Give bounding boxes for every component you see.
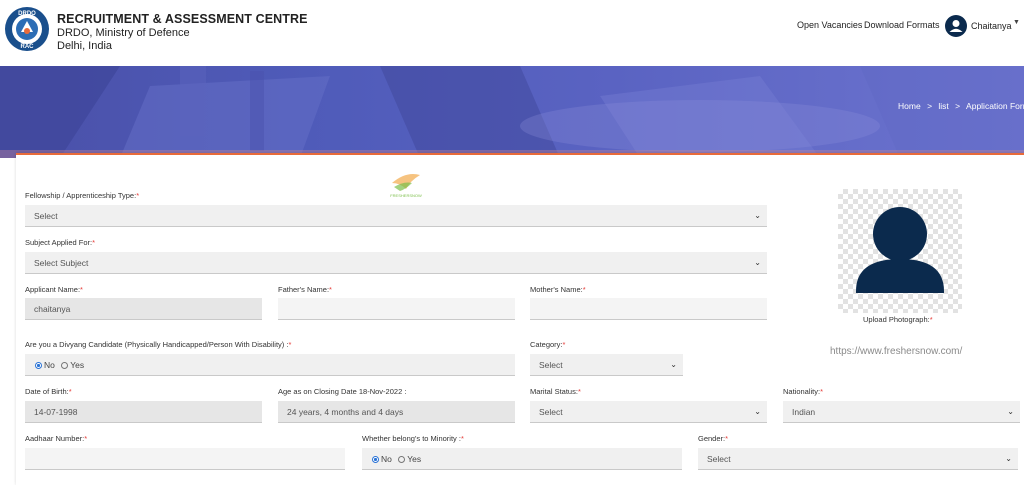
- org-location: Delhi, India: [57, 40, 113, 52]
- gender-value: Select: [707, 454, 731, 464]
- watermark-url: https://www.freshersnow.com/: [830, 346, 963, 357]
- category-select[interactable]: Select ⌄: [530, 354, 683, 376]
- breadcrumb-list[interactable]: list: [938, 101, 948, 111]
- caret-down-icon[interactable]: ▼: [1013, 19, 1020, 26]
- aadhaar-label: Aadhaar Number:*: [25, 434, 88, 443]
- fellowship-label: Fellowship / Apprenticeship Type:*: [25, 191, 140, 200]
- nationality-select[interactable]: Indian ⌄: [783, 401, 1020, 423]
- photo-upload-label: Upload Photograph:*: [863, 315, 933, 324]
- mother-name-label: Mother's Name:*: [530, 285, 586, 294]
- marital-status-label: Marital Status:*: [530, 387, 581, 396]
- nav-download-formats[interactable]: Download Formats: [864, 20, 940, 30]
- drdo-logo[interactable]: DRDO RAC: [4, 6, 50, 52]
- banner-artwork: [0, 66, 1024, 158]
- minority-radio-group: No Yes: [362, 448, 682, 470]
- user-icon[interactable]: [945, 15, 967, 37]
- breadcrumb-home[interactable]: Home: [898, 101, 921, 111]
- breadcrumb-current: Application Form: [966, 101, 1024, 111]
- freshersnow-logo: FRESHERSNOW: [390, 174, 422, 198]
- chevron-down-icon: ⌄: [754, 407, 761, 416]
- chevron-down-icon: ⌄: [1005, 454, 1012, 463]
- chevron-down-icon: ⌄: [754, 211, 761, 220]
- org-ministry: DRDO, Ministry of Defence: [57, 27, 190, 39]
- gender-label: Gender:*: [698, 434, 729, 443]
- minority-yes-radio[interactable]: [398, 456, 406, 463]
- category-label: Category:*: [530, 340, 566, 349]
- user-name[interactable]: Chaitanya: [971, 21, 1012, 31]
- freshersnow-logo-text: FRESHERSNOW: [390, 193, 422, 198]
- nationality-label: Nationality:*: [783, 387, 824, 396]
- minority-no-radio[interactable]: [372, 456, 379, 463]
- chevron-down-icon: ⌄: [754, 258, 761, 267]
- logo-text-bottom: RAC: [21, 44, 35, 50]
- chevron-down-icon: ⌄: [1007, 407, 1014, 416]
- nav-open-vacancies[interactable]: Open Vacancies: [797, 20, 862, 30]
- nationality-value: Indian: [792, 407, 816, 417]
- divyang-label: Are you a Divyang Candidate (Physically …: [25, 340, 292, 349]
- minority-no-label[interactable]: No: [381, 454, 392, 464]
- minority-label: Whether belong's to Minority :*: [362, 434, 464, 443]
- marital-status-select[interactable]: Select ⌄: [530, 401, 767, 423]
- fellowship-select-value: Select: [34, 211, 58, 221]
- site-header: DRDO RAC RECRUITMENT & ASSESSMENT CENTRE…: [0, 0, 1024, 66]
- breadcrumb: Home > list > Application Form: [898, 101, 1024, 111]
- father-name-label: Father's Name:*: [278, 285, 332, 294]
- chevron-down-icon: ⌄: [670, 360, 677, 369]
- father-name-field[interactable]: [278, 298, 515, 320]
- breadcrumb-separator: >: [955, 101, 961, 111]
- divyang-radio-group: No Yes: [25, 354, 515, 376]
- age-field: 24 years, 4 months and 4 days: [278, 401, 515, 423]
- org-title: RECRUITMENT & ASSESSMENT CENTRE: [57, 12, 308, 26]
- category-select-value: Select: [539, 360, 563, 370]
- breadcrumb-separator: >: [927, 101, 933, 111]
- subject-select-value: Select Subject: [34, 258, 89, 268]
- minority-yes-label[interactable]: Yes: [407, 454, 421, 464]
- divyang-yes-radio[interactable]: [61, 362, 69, 369]
- logo-text-top: DRDO: [18, 11, 36, 17]
- divyang-no-label[interactable]: No: [44, 360, 55, 370]
- dob-field[interactable]: 14-07-1998: [25, 401, 262, 423]
- aadhaar-field[interactable]: [25, 448, 345, 470]
- age-label: Age as on Closing Date 18-Nov-2022 :: [278, 387, 407, 396]
- subject-label: Subject Applied For:*: [25, 238, 96, 247]
- fellowship-select[interactable]: Select ⌄: [25, 205, 767, 227]
- gender-select[interactable]: Select ⌄: [698, 448, 1018, 470]
- divyang-no-radio[interactable]: [35, 362, 42, 369]
- applicant-name-label: Applicant Name:*: [25, 285, 83, 294]
- page-banner: Home > list > Application Form: [0, 66, 1024, 158]
- dob-label: Date of Birth:*: [25, 387, 72, 396]
- mother-name-field[interactable]: [530, 298, 767, 320]
- photo-upload-area[interactable]: [838, 189, 962, 313]
- marital-status-value: Select: [539, 407, 563, 417]
- applicant-name-field[interactable]: chaitanya: [25, 298, 262, 320]
- org-block: RECRUITMENT & ASSESSMENT CENTRE DRDO, Mi…: [57, 12, 308, 52]
- divyang-yes-label[interactable]: Yes: [70, 360, 84, 370]
- subject-select[interactable]: Select Subject ⌄: [25, 252, 767, 274]
- user-silhouette-icon: [856, 207, 944, 293]
